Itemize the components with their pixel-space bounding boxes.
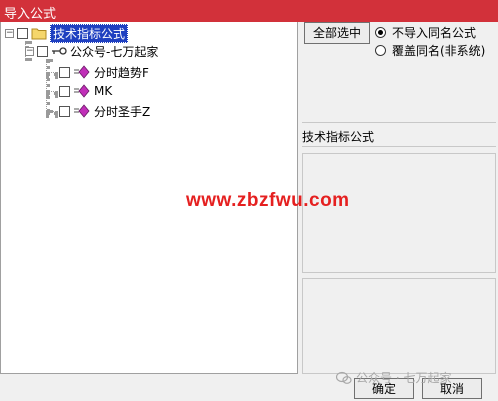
- tree-node-formula[interactable]: MK: [59, 82, 112, 100]
- radio-overwrite-label: 覆盖同名(非系统): [392, 43, 486, 58]
- formula-label: 分时圣手Z: [94, 104, 151, 119]
- formula-icon: [74, 65, 90, 79]
- formula-checkbox[interactable]: [59, 85, 70, 97]
- formula-icon: [74, 84, 90, 98]
- tree-node-group-label: 公众号-七万起家: [70, 44, 159, 59]
- formula-checkbox[interactable]: [59, 105, 70, 117]
- radio-skip-indicator[interactable]: [375, 26, 386, 38]
- site-watermark: www.zbzfwu.com: [186, 190, 350, 211]
- tree-node-formula[interactable]: 分时圣手Z: [59, 102, 150, 120]
- collapse-toggle-icon[interactable]: −: [5, 28, 14, 38]
- options-divider: [302, 122, 496, 123]
- select-all-button[interactable]: 全部选中: [304, 22, 370, 44]
- tree-node-group[interactable]: − 公众号-七万起家: [25, 42, 158, 60]
- tree-connector: [46, 111, 58, 115]
- radio-skip-duplicates[interactable]: 不导入同名公式: [375, 24, 476, 40]
- radio-skip-label: 不导入同名公式: [392, 25, 477, 40]
- formula-checkbox[interactable]: [59, 66, 70, 78]
- key-icon: [52, 47, 67, 55]
- folder-icon: [31, 28, 47, 39]
- radio-overwrite-duplicates[interactable]: 覆盖同名(非系统): [375, 42, 485, 58]
- preview-box[interactable]: [302, 278, 496, 374]
- wechat-watermark-text: 公众号 · 七万起家: [356, 371, 452, 385]
- collapse-toggle-icon[interactable]: −: [25, 46, 34, 56]
- root-checkbox[interactable]: [17, 27, 28, 39]
- formula-icon: [74, 104, 90, 118]
- formula-label: MK: [94, 84, 113, 98]
- formula-label: 分时趋势F: [94, 65, 149, 80]
- tree-connector: [46, 91, 58, 95]
- tree-connector: [46, 59, 50, 113]
- description-box[interactable]: [302, 153, 496, 273]
- wechat-icon: [336, 371, 352, 384]
- description-label: 技术指标公式: [302, 130, 375, 144]
- tree-connector: [46, 72, 58, 76]
- window-title: 导入公式: [4, 7, 57, 22]
- group-checkbox[interactable]: [37, 45, 48, 57]
- title-bar: 导入公式: [0, 0, 498, 22]
- radio-overwrite-indicator[interactable]: [375, 44, 386, 56]
- tree-node-formula[interactable]: 分时趋势F: [59, 63, 149, 81]
- wechat-watermark: 公众号 · 七万起家: [336, 369, 451, 386]
- tree-node-root[interactable]: − 技术指标公式: [5, 23, 129, 43]
- tree-node-root-label: 技术指标公式: [50, 23, 129, 43]
